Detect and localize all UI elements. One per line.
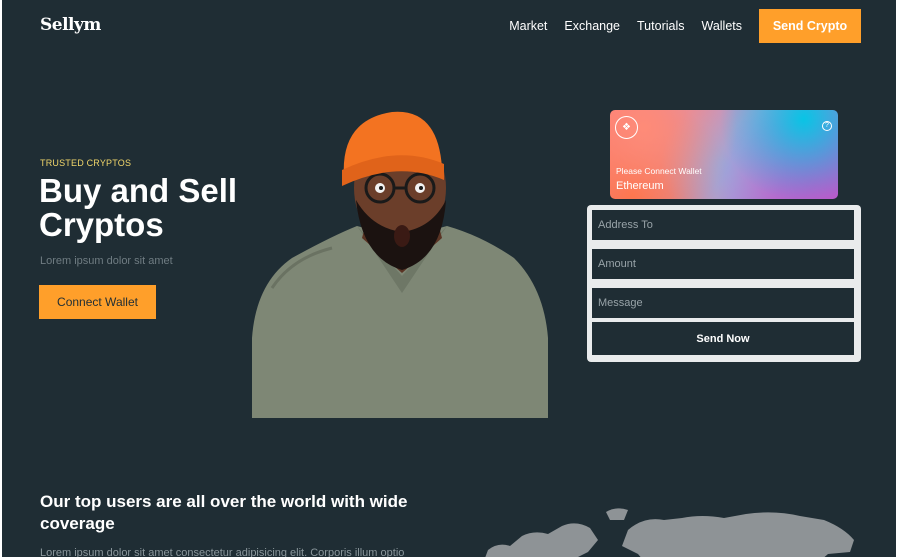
address-input[interactable] xyxy=(592,210,854,240)
world-map-image xyxy=(485,508,854,557)
nav-wallets[interactable]: Wallets xyxy=(701,19,742,33)
coverage-body: Lorem ipsum dolor sit amet consectetur a… xyxy=(40,547,405,557)
coverage-title: Our top users are all over the world wit… xyxy=(40,492,408,533)
hero-person-image xyxy=(252,111,548,418)
send-now-button[interactable]: Send Now xyxy=(592,322,854,355)
ethereum-icon: ❖ xyxy=(615,116,638,139)
message-input[interactable] xyxy=(592,288,854,318)
hero-title: Buy and Sell Cryptos xyxy=(39,172,238,243)
nav-exchange[interactable]: Exchange xyxy=(564,19,620,33)
wallet-card: ❖ ? Please Connect Wallet Ethereum xyxy=(610,110,838,199)
frame-edge-left xyxy=(0,0,2,557)
connect-wallet-button[interactable]: Connect Wallet xyxy=(39,285,156,319)
hero-eyebrow: TRUSTED CRYPTOS xyxy=(40,158,132,168)
wallet-network: Ethereum xyxy=(616,180,664,192)
send-form: Send Now xyxy=(587,205,861,362)
hero-subtitle: Lorem ipsum dolor sit amet xyxy=(40,255,173,267)
info-icon[interactable]: ? xyxy=(822,121,832,131)
send-crypto-button[interactable]: Send Crypto xyxy=(759,9,861,43)
nav-tutorials[interactable]: Tutorials xyxy=(637,19,684,33)
brand-logo[interactable]: Sellym xyxy=(40,15,101,35)
wallet-status: Please Connect Wallet xyxy=(616,166,702,176)
nav-market[interactable]: Market xyxy=(509,19,547,33)
main-nav: Market Exchange Tutorials Wallets xyxy=(509,19,742,33)
amount-input[interactable] xyxy=(592,249,854,279)
